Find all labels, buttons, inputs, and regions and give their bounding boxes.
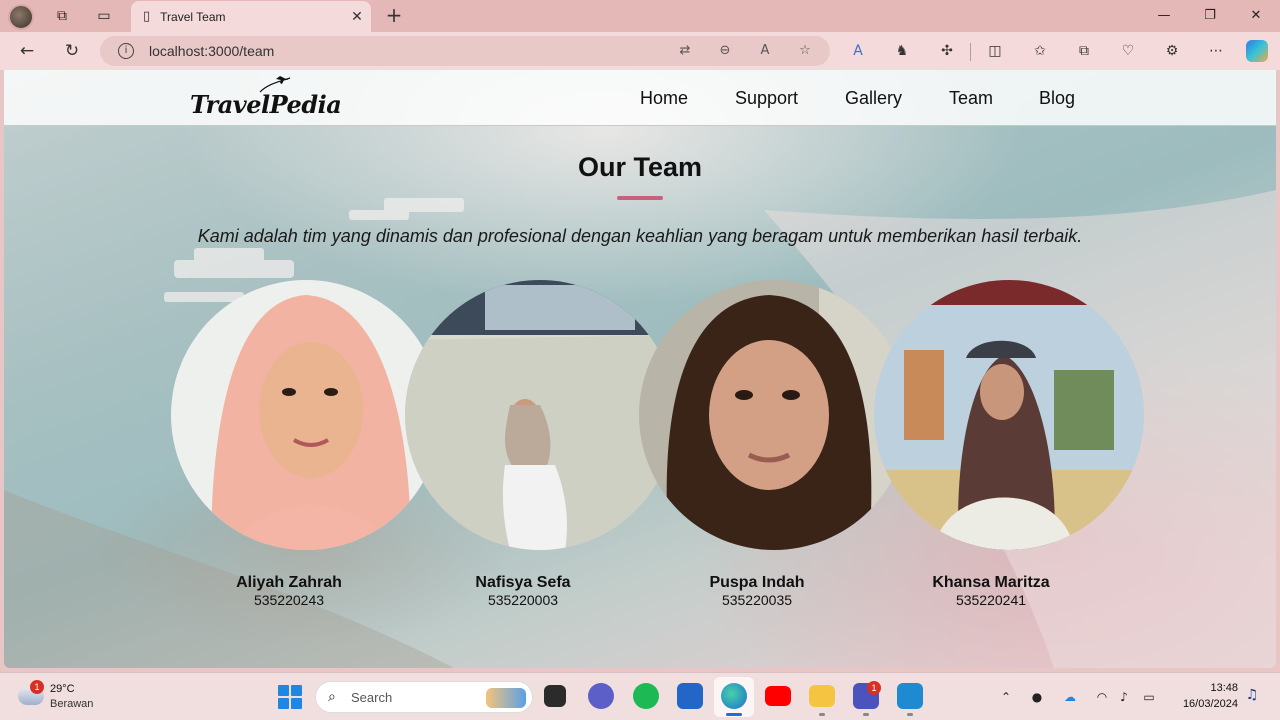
member-id-1: 535220243 bbox=[253, 592, 325, 608]
clock-date[interactable]: 16/03/2024 bbox=[1168, 698, 1238, 710]
start-windows-icon[interactable] bbox=[278, 685, 302, 709]
edge-browser-icon[interactable] bbox=[721, 683, 747, 709]
member-photo-3 bbox=[639, 280, 909, 550]
title-underline bbox=[617, 196, 663, 200]
taskbar: 1 29°C Berawan ⌕ Search 1 ⌃ ● ☁ ◠ ♪ ▭ 13… bbox=[0, 672, 1280, 720]
member-name-3: Puspa Indah bbox=[709, 574, 805, 591]
translate-icon[interactable]: ⇄ bbox=[676, 42, 694, 60]
task-view-icon[interactable] bbox=[544, 685, 566, 707]
edge-active-indicator bbox=[726, 713, 742, 716]
member-name-1: Aliyah Zahrah bbox=[236, 574, 342, 591]
section-title: Our Team bbox=[577, 152, 703, 182]
browser-essentials-icon[interactable]: ♡ bbox=[1118, 41, 1138, 61]
split-screen-icon[interactable]: ◫ bbox=[985, 41, 1005, 61]
collections-icon[interactable]: ⧉ bbox=[1074, 41, 1094, 61]
favorite-star-icon[interactable]: ☆ bbox=[796, 42, 814, 60]
weather-description: Berawan bbox=[50, 698, 94, 710]
member-id-3: 535220035 bbox=[721, 592, 793, 608]
browser-titlebar: ⧉ ▭ ▯ Travel Team ✕ + — ❐ ✕ bbox=[0, 0, 1280, 32]
weather-temperature: 29°C bbox=[50, 683, 75, 695]
notification-bell-icon[interactable]: ♫ bbox=[1244, 687, 1260, 705]
read-aloud-icon[interactable]: A bbox=[756, 42, 774, 60]
toolbar-separator bbox=[970, 43, 971, 61]
minimize-icon[interactable]: — bbox=[1154, 6, 1174, 26]
page-icon: ▯ bbox=[143, 9, 151, 24]
member-photo-2 bbox=[405, 280, 675, 550]
member-photo-4 bbox=[874, 280, 1144, 550]
performance-icon[interactable]: ⚙ bbox=[1162, 41, 1182, 61]
site-header: TravelPedia Home Support Gallery Team Bl… bbox=[4, 70, 1276, 126]
microsoft-store-icon[interactable] bbox=[677, 683, 703, 709]
vscode-icon[interactable] bbox=[897, 683, 923, 709]
teams-running-indicator bbox=[863, 713, 869, 716]
copilot-icon[interactable] bbox=[1246, 40, 1268, 62]
weather-badge: 1 bbox=[30, 680, 44, 694]
nav-home[interactable]: Home bbox=[640, 88, 688, 109]
more-menu-icon[interactable]: ⋯ bbox=[1206, 41, 1226, 61]
favorites-icon[interactable]: ✩ bbox=[1030, 41, 1050, 61]
browser-tab[interactable]: ▯ Travel Team ✕ bbox=[131, 1, 371, 32]
taskbar-search[interactable]: ⌕ Search bbox=[315, 681, 533, 713]
nav-blog[interactable]: Blog bbox=[1039, 88, 1075, 109]
member-name-2: Nafisya Sefa bbox=[475, 574, 571, 591]
site-logo[interactable]: TravelPedia bbox=[190, 76, 342, 122]
close-tab-icon[interactable]: ✕ bbox=[343, 9, 371, 25]
refresh-icon[interactable]: ↻ bbox=[61, 40, 83, 62]
translator-extension-icon[interactable]: A bbox=[848, 41, 868, 61]
url-text[interactable]: localhost:3000/team bbox=[149, 43, 274, 59]
search-icon: ⌕ bbox=[328, 689, 336, 705]
member-id-4: 535220241 bbox=[955, 592, 1027, 608]
profile-avatar[interactable] bbox=[8, 4, 34, 30]
page-viewport: TravelPedia Home Support Gallery Team Bl… bbox=[4, 70, 1276, 668]
site-info-icon[interactable]: i bbox=[118, 43, 134, 59]
onedrive-icon[interactable]: ☁ bbox=[1062, 689, 1078, 705]
chevron-up-icon[interactable]: ⌃ bbox=[998, 689, 1014, 705]
member-name-4: Khansa Maritza bbox=[932, 574, 1050, 591]
spotify-icon[interactable] bbox=[633, 683, 659, 709]
nav-team[interactable]: Team bbox=[949, 88, 993, 109]
volume-icon[interactable]: ♪ bbox=[1116, 689, 1132, 705]
nav-gallery[interactable]: Gallery bbox=[845, 88, 902, 109]
file-explorer-icon[interactable] bbox=[809, 685, 835, 707]
workspaces-icon[interactable]: ⧉ bbox=[52, 6, 72, 26]
member-id-2: 535220003 bbox=[487, 592, 559, 608]
vscode-running-indicator bbox=[907, 713, 913, 716]
new-tab-button[interactable]: + bbox=[382, 4, 406, 28]
search-placeholder: Search bbox=[351, 690, 393, 705]
clock-time[interactable]: 13:48 bbox=[1196, 682, 1238, 694]
member-photo-1 bbox=[171, 280, 441, 550]
team-tagline: Kami adalah tim yang dinamis dan profesi… bbox=[197, 226, 1083, 246]
search-highlight-icon bbox=[486, 688, 526, 708]
close-window-icon[interactable]: ✕ bbox=[1246, 6, 1266, 26]
wifi-icon[interactable]: ◠ bbox=[1094, 689, 1110, 705]
logo-text: TravelPedia bbox=[190, 90, 342, 119]
teams-badge: 1 bbox=[867, 681, 881, 695]
antivirus-icon[interactable]: ● bbox=[1029, 689, 1045, 705]
nav-support[interactable]: Support bbox=[735, 88, 798, 109]
extensions-puzzle-icon[interactable]: ✣ bbox=[937, 41, 957, 61]
tab-actions-icon[interactable]: ▭ bbox=[94, 6, 114, 26]
back-icon[interactable]: ← bbox=[16, 40, 38, 62]
battery-icon[interactable]: ▭ bbox=[1141, 689, 1157, 705]
browser-toolbar: ← ↻ i localhost:3000/team ⇄ ⊖ A ☆ A ♞ ✣ … bbox=[0, 32, 1280, 70]
extension-icon[interactable]: ♞ bbox=[892, 41, 912, 61]
zoom-out-icon[interactable]: ⊖ bbox=[716, 42, 734, 60]
restore-icon[interactable]: ❐ bbox=[1200, 6, 1220, 26]
youtube-icon[interactable] bbox=[765, 686, 791, 706]
chat-icon[interactable] bbox=[588, 683, 614, 709]
explorer-running-indicator bbox=[819, 713, 825, 716]
tab-title: Travel Team bbox=[160, 9, 226, 24]
